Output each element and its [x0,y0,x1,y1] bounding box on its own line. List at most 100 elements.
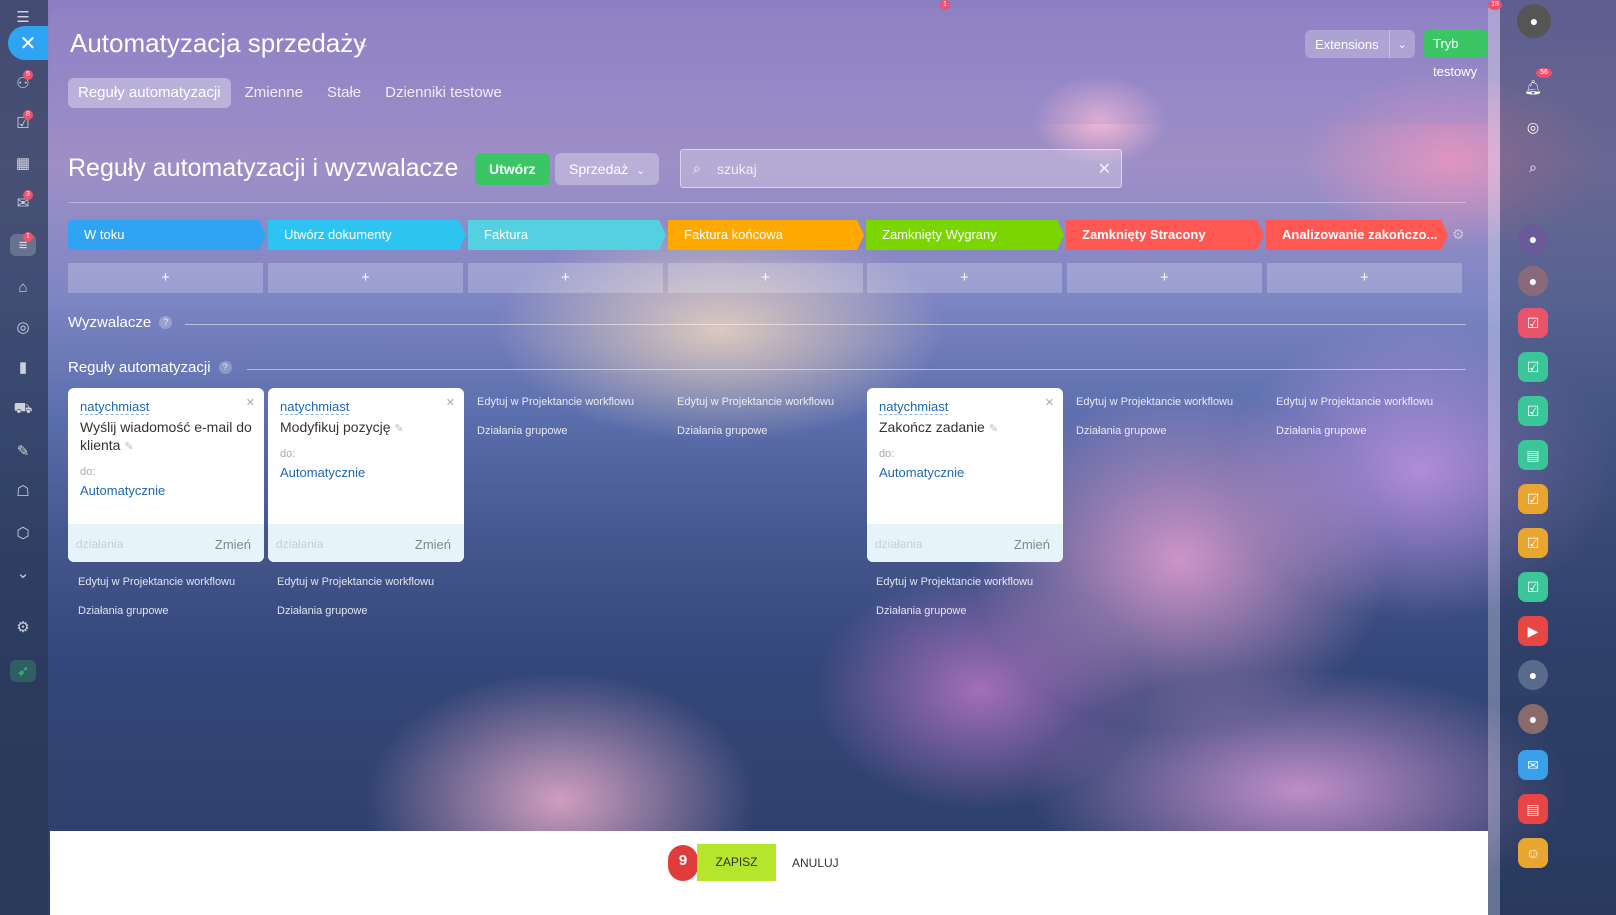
add-trigger-button[interactable]: + [668,263,863,293]
calendar-icon[interactable]: ▦ [10,152,36,174]
pipeline-dropdown[interactable]: Sprzedaż ⌄ [555,153,660,185]
rule-name-text: Modyfikuj pozycję [280,419,391,435]
pipeline-label: Sprzedaż [569,161,629,177]
pin-icon[interactable]: ✈ [356,38,368,55]
save-button[interactable]: ZAPISZ [697,844,776,881]
edit-in-designer-link[interactable]: Edytuj w Projektancie workflowu [477,396,634,408]
avatar[interactable]: ● [1518,224,1548,254]
clear-icon[interactable]: ✕ [1098,159,1111,179]
tab-constants[interactable]: Stałe [317,78,371,108]
task-icon[interactable]: ☑ [1518,352,1548,382]
task-icon[interactable]: ☑ [1518,308,1548,338]
avatar[interactable]: ● [1518,704,1548,734]
cart-icon[interactable]: ⛟ [10,398,36,420]
gear-icon[interactable]: ⚙ [1452,226,1465,243]
document-icon[interactable]: ▤ [1518,440,1548,470]
add-trigger-button[interactable]: + [468,263,663,293]
search-input[interactable] [717,150,1087,187]
automation-panel: Automatyzacja sprzedaży ✈ Extensions ⌄ T… [50,8,1488,915]
search-icon[interactable]: ⌕ [1518,152,1548,182]
cancel-button[interactable]: ANULUJ [792,856,839,870]
condition-link[interactable]: natychmiast [879,399,949,415]
robot-icon[interactable]: ☖ [10,480,36,502]
edit-in-designer-link[interactable]: Edytuj w Projektancie workflowu [677,396,834,408]
edit-icon[interactable]: ✎ [395,423,404,435]
recipient-value[interactable]: Automatycznie [80,483,165,498]
edit-in-designer-link[interactable]: Edytuj w Projektancie workflowu [1276,396,1433,408]
edit-in-designer-link[interactable]: Edytuj w Projektancie workflowu [277,576,434,588]
change-button[interactable]: Zmień [215,537,251,552]
notification-badge: 18 [1488,0,1502,10]
left-sidebar: ☰ ⚇ 5 ☑ 8 ▦ ✉ 3 ≡ 1 ⌂ ◎ ▮ ⛟ ✎ ☖ ⬡ ⌄ ⚙ ➶ [0,0,48,915]
rule-card[interactable]: natychmiast ✕ Modyfikuj pozycję ✎ do: Aut… [268,388,464,562]
stage-invoice: Faktura [468,220,666,250]
gear-icon[interactable]: ⚙ [10,616,36,638]
notification-badge: 3 [23,190,33,200]
video-icon[interactable]: ▶ [1518,616,1548,646]
sign-icon[interactable]: ✎ [10,440,36,462]
edit-icon[interactable]: ✎ [989,423,998,435]
group-actions-link[interactable]: Działania grupowe [876,605,967,617]
task-icon[interactable]: ☑ [1518,528,1548,558]
rocket-icon[interactable]: ➶ [10,660,36,682]
edit-icon[interactable]: ✎ [124,441,133,453]
group-actions-link[interactable]: Działania grupowe [78,605,169,617]
recipient-value[interactable]: Automatycznie [879,465,964,480]
add-trigger-button[interactable]: + [1067,263,1262,293]
chat-icon[interactable]: ✉ [1518,750,1548,780]
rule-card[interactable]: natychmiast ✕ Zakończ zadanie ✎ do: Autom… [867,388,1063,562]
test-mode-button[interactable]: Tryb testowy [1423,30,1488,79]
box-icon[interactable]: ⬡ [10,522,36,544]
contact-card-icon[interactable]: ▤ [1518,794,1548,824]
storage-icon[interactable]: ⌂ [10,276,36,298]
change-button[interactable]: Zmień [415,537,451,552]
recipient-value[interactable]: Automatycznie [280,465,365,480]
task-icon[interactable]: ☑ [1518,396,1548,426]
help-icon[interactable]: ? [159,316,173,329]
avatar[interactable]: ● [1517,4,1551,38]
avatar[interactable]: ● [1518,266,1548,296]
chevron-down-icon[interactable]: ⌄ [10,562,36,584]
edit-in-designer-link[interactable]: Edytuj w Projektancie workflowu [876,576,1033,588]
stage-in-progress: W toku [68,220,266,250]
stage-analysis: Analizowanie zakończo... [1266,220,1448,250]
group-actions-link[interactable]: Działania grupowe [677,425,768,437]
group-actions-link[interactable]: Działania grupowe [1076,425,1167,437]
group-actions-link[interactable]: Działania grupowe [477,425,568,437]
condition-link[interactable]: natychmiast [80,399,150,415]
contacts-icon[interactable]: ☺ [1518,838,1548,868]
help-icon[interactable]: ? [218,361,232,374]
close-icon[interactable]: ✕ [1045,396,1054,409]
copilot-icon[interactable]: ◎ [1518,112,1548,142]
target-icon[interactable]: ◎ [10,316,36,338]
create-button[interactable]: Utwórz [475,153,550,185]
add-trigger-button[interactable]: + [68,263,263,293]
avatar[interactable]: ● [1518,660,1548,690]
tab-automation-rules[interactable]: Reguły automatyzacji [68,78,231,108]
tab-variables[interactable]: Zmienne [235,78,313,108]
close-icon[interactable]: ✕ [8,26,48,60]
rule-card[interactable]: natychmiast ✕ Wyślij wiadomość e-mail do… [68,388,264,562]
add-trigger-button[interactable]: + [268,263,463,293]
scrollbar[interactable] [1488,8,1500,915]
analytics-icon[interactable]: ▮ [10,356,36,378]
close-icon[interactable]: ✕ [446,396,455,409]
group-actions-link[interactable]: Działania grupowe [277,605,368,617]
close-icon[interactable]: ✕ [246,396,255,409]
task-icon[interactable]: ☑ [1518,572,1548,602]
to-label: do: [280,448,296,460]
extensions-button[interactable]: Extensions ⌄ [1305,30,1415,58]
change-button[interactable]: Zmień [1014,537,1050,552]
add-trigger-button[interactable]: + [1267,263,1462,293]
rule-name-text: Zakończ zadanie [879,419,985,435]
task-icon[interactable]: ☑ [1518,484,1548,514]
add-trigger-button[interactable]: + [867,263,1062,293]
edit-in-designer-link[interactable]: Edytuj w Projektancie workflowu [78,576,235,588]
edit-in-designer-link[interactable]: Edytuj w Projektancie workflowu [1076,396,1233,408]
rules-section: Reguły automatyzacji? [68,359,232,376]
tab-test-logs[interactable]: Dzienniki testowe [375,78,512,108]
condition-link[interactable]: natychmiast [280,399,350,415]
menu-icon[interactable]: ☰ [10,6,36,28]
group-actions-link[interactable]: Działania grupowe [1276,425,1367,437]
chevron-down-icon[interactable]: ⌄ [1388,30,1415,58]
